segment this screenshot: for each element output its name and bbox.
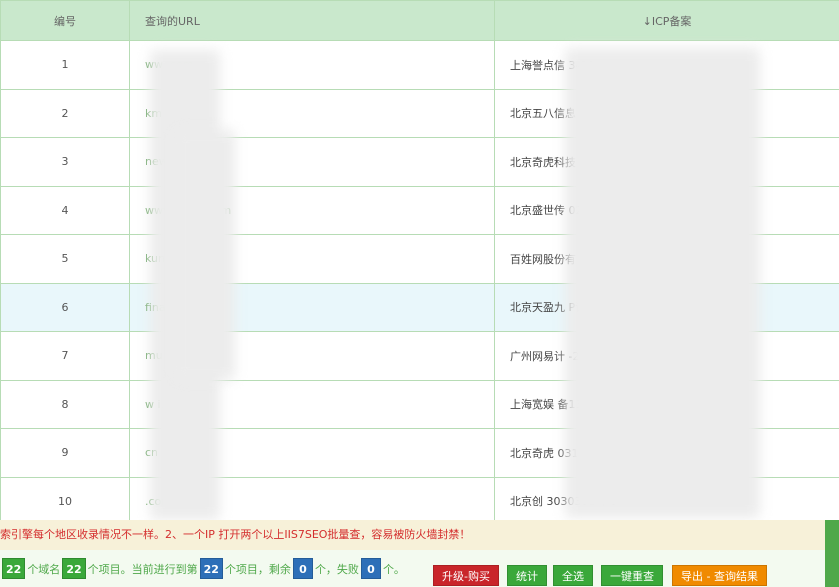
status-text: 个域名	[27, 562, 61, 576]
redaction-blur	[565, 48, 760, 518]
status-text: 个项目，剩余	[224, 562, 291, 576]
row-num: 7	[0, 331, 130, 381]
row-num: 10	[0, 476, 130, 526]
remaining-count: 0	[292, 558, 313, 579]
table-header-row: 编号 查询的URL ↓ICP备案	[0, 0, 839, 41]
failed-count: 0	[360, 558, 381, 579]
total-domains-count: 22	[2, 558, 26, 579]
row-num: 2	[0, 88, 130, 138]
upgrade-buy-button[interactable]: 升级-购买	[433, 565, 499, 586]
row-num: 5	[0, 234, 130, 284]
scrollbar[interactable]	[825, 520, 839, 587]
stats-button[interactable]: 统计	[507, 565, 547, 586]
status-text: 个项目。当前进行到第	[87, 562, 198, 576]
row-num: 9	[0, 428, 130, 478]
status-text: 个。	[382, 562, 405, 576]
recheck-all-button[interactable]: 一键重查	[601, 565, 663, 586]
warning-banner: 索引擎每个地区收录情况不一样。2、一个IP 打开两个以上IIS7SEO批量查，容…	[0, 520, 825, 550]
status-text: 个，失败	[314, 562, 359, 576]
row-num: 8	[0, 379, 130, 429]
row-num: 1	[0, 40, 130, 90]
row-num: 3	[0, 137, 130, 187]
total-items-count: 22	[62, 558, 86, 579]
export-results-button[interactable]: 导出 - 查询结果	[672, 565, 767, 586]
header-icp[interactable]: ↓ICP备案	[494, 0, 839, 41]
current-item-count: 22	[199, 558, 223, 579]
redaction-blur	[175, 130, 235, 380]
header-num[interactable]: 编号	[0, 0, 130, 41]
row-num: 6	[0, 282, 130, 332]
select-all-button[interactable]: 全选	[553, 565, 593, 586]
header-url[interactable]: 查询的URL	[129, 0, 495, 41]
row-num: 4	[0, 185, 130, 235]
